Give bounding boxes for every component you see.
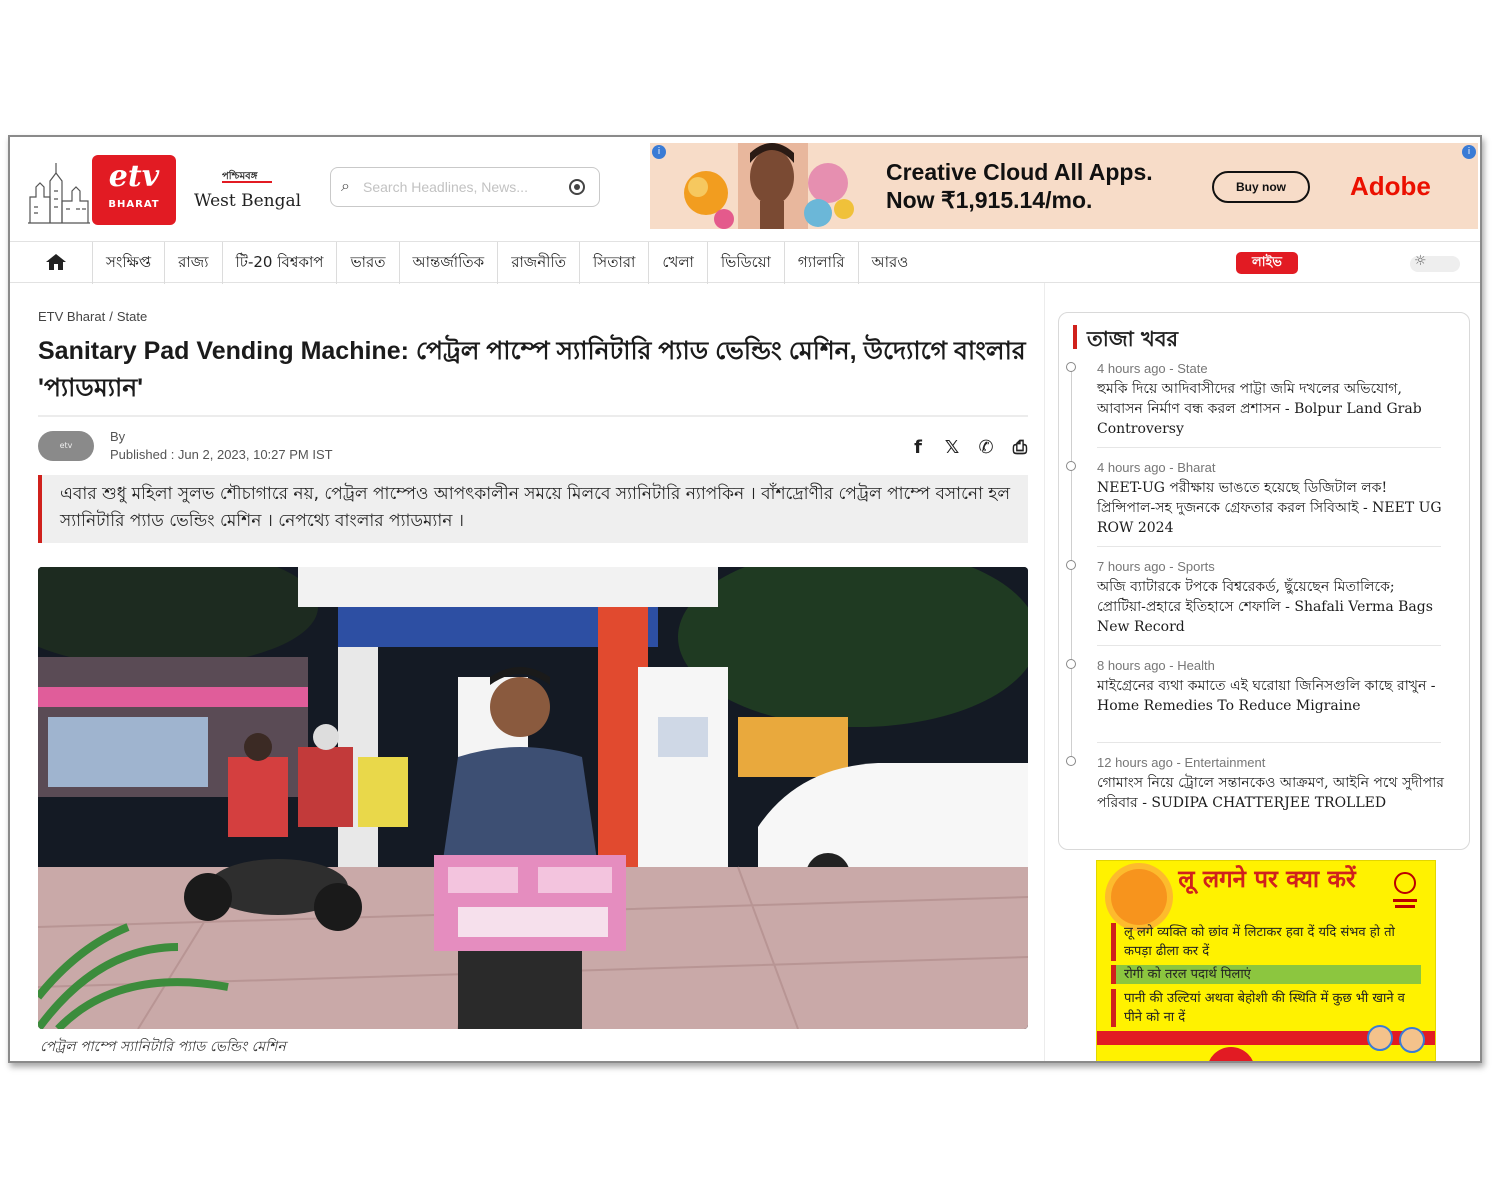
timeline-dot — [1066, 659, 1076, 669]
region-label[interactable]: West Bengal — [194, 191, 301, 211]
region-underline — [222, 181, 272, 183]
search-box[interactable]: ⌕ — [330, 167, 600, 207]
article-summary: এবার শুধু মহিলা সুলভ শৌচাগারে নয়, পেট্র… — [38, 475, 1028, 543]
breadcrumb-section[interactable]: State — [117, 309, 147, 324]
whatsapp-icon[interactable]: ✆ — [974, 435, 998, 459]
nav-item-short[interactable]: সংক্ষিপ্ত — [92, 242, 164, 284]
timeline-dot — [1066, 756, 1076, 766]
kolkata-skyline-icon — [28, 163, 90, 224]
nav-items: সংক্ষিপ্ত রাজ্য টি-20 বিশ্বকাপ ভারত আন্ত… — [92, 242, 921, 284]
etv-bharat-logo[interactable]: etv BHARAT — [92, 155, 176, 225]
site-header: etv BHARAT পশ্চিমবঙ্গ West Bengal ⌕ Sear… — [10, 137, 1480, 241]
latest-news-panel: তাজা খবর 4 hours ago - State হুমকি দিয়ে… — [1058, 312, 1470, 850]
location-icon[interactable] — [569, 179, 585, 195]
browser-frame: etv BHARAT পশ্চিমবঙ্গ West Bengal ⌕ Sear… — [8, 135, 1482, 1063]
ad-price: Now ₹1,915.14/mo. — [886, 187, 1093, 213]
news-meta: 4 hours ago - Bharat — [1097, 460, 1216, 475]
helpline-badge-icon — [1207, 1047, 1255, 1061]
timeline-dot — [1066, 362, 1076, 372]
search-input[interactable] — [363, 176, 553, 198]
nav-item-gallery[interactable]: গ্যালারি — [783, 242, 858, 284]
region-native-label: পশ্চিমবঙ্গ — [222, 171, 258, 182]
news-meta: 4 hours ago - State — [1097, 361, 1208, 376]
share-bar: f 𝕏 ✆ ⎙ — [906, 435, 1032, 459]
facebook-icon[interactable]: f — [906, 435, 930, 459]
sun-icon: ☼ — [1414, 253, 1427, 269]
heatstroke-tip-2: रोगी को तरल पदार्थ पिलाएं — [1111, 965, 1421, 984]
main-nav: সংক্ষিপ্ত রাজ্য টি-20 বিশ্বকাপ ভারত আন্ত… — [10, 241, 1480, 284]
breadcrumb-separator: / — [109, 309, 113, 324]
news-separator — [1097, 546, 1441, 547]
nav-item-video[interactable]: ভিডিয়ো — [706, 242, 784, 284]
live-button[interactable]: লাইভ — [1236, 252, 1298, 274]
heatstroke-ad[interactable]: लू लगने पर क्या करें लू लगे व्यक्ति को छ… — [1096, 860, 1436, 1061]
breadcrumb: ETV Bharat / State — [38, 309, 147, 324]
news-meta: 8 hours ago - Health — [1097, 658, 1215, 673]
latest-news-title: তাজা খবর — [1087, 327, 1179, 351]
news-meta: 12 hours ago - Entertainment — [1097, 755, 1266, 770]
adobe-brand-logo: Adobe — [1350, 171, 1431, 201]
adchoices-icon[interactable]: i — [652, 145, 666, 159]
print-icon[interactable]: ⎙ — [1008, 435, 1032, 459]
article-photo[interactable] — [38, 567, 1028, 1029]
ad-artwork-image — [684, 143, 854, 229]
news-separator — [1097, 645, 1441, 646]
byline: By — [110, 429, 126, 444]
child-illustration-icon — [1367, 1025, 1393, 1051]
news-separator — [1097, 447, 1441, 448]
nav-item-sports[interactable]: খেলা — [648, 242, 706, 284]
news-headline[interactable]: গোমাংস নিয়ে ট্রোলে সন্তানকেও আক্রমণ, আই… — [1097, 773, 1447, 813]
news-meta: 7 hours ago - Sports — [1097, 559, 1215, 574]
nav-item-india[interactable]: ভারত — [336, 242, 398, 284]
x-twitter-icon[interactable]: 𝕏 — [940, 435, 964, 459]
news-headline[interactable]: NEET-UG পরীক্ষায় ভাঙতে হয়েছে ডিজিটাল ল… — [1097, 478, 1447, 538]
news-headline[interactable]: অজি ব্যাটারকে টপকে বিশ্বরেকর্ড, ছুঁয়েছে… — [1097, 577, 1447, 637]
column-divider — [1044, 283, 1045, 1061]
buy-now-button[interactable]: Buy now — [1212, 171, 1310, 203]
ad-info-icon[interactable]: i — [1462, 145, 1476, 159]
article-headline: Sanitary Pad Vending Machine: পেট্রল পাম… — [38, 337, 1026, 402]
nav-item-sitara[interactable]: সিতারা — [579, 242, 648, 284]
sun-icon — [1111, 869, 1167, 925]
heatstroke-ad-title: लू लगने पर क्या करें — [1178, 865, 1356, 893]
search-icon: ⌕ — [341, 176, 350, 195]
timeline-dot — [1066, 560, 1076, 570]
logo-text: etv — [108, 159, 160, 194]
heatstroke-tip-3: पानी की उल्टियां अथवा बेहोशी की स्थिति म… — [1111, 989, 1421, 1027]
nav-item-state[interactable]: রাজ্য — [164, 242, 221, 284]
timeline-dot — [1066, 461, 1076, 471]
child-illustration-icon — [1399, 1027, 1425, 1053]
nav-item-politics[interactable]: রাজনীতি — [497, 242, 579, 284]
news-headline[interactable]: হুমকি দিয়ে আদিবাসীদের পাট্টা জমি দখলের … — [1097, 379, 1447, 439]
published-date: Published : Jun 2, 2023, 10:27 PM IST — [110, 447, 333, 462]
govt-emblem-icon — [1393, 872, 1417, 908]
author-avatar: etv — [38, 431, 94, 461]
news-separator — [1097, 742, 1441, 743]
theme-toggle[interactable]: ☼ — [1410, 253, 1460, 272]
breadcrumb-home[interactable]: ETV Bharat — [38, 309, 105, 324]
top-banner-ad[interactable]: Creative Cloud All Apps. Now ₹1,915.14/m… — [650, 143, 1478, 229]
photo-caption: পেট্রল পাম্পে স্যানিটারি প্যাড ভেন্ডিং ম… — [40, 1039, 286, 1055]
nav-item-international[interactable]: আন্তর্জাতিক — [398, 242, 498, 284]
ad-headline: Creative Cloud All Apps. — [886, 159, 1153, 185]
news-headline[interactable]: মাইগ্রেনের ব্যথা কমাতে এই ঘরোয়া জিনিসগু… — [1097, 676, 1447, 716]
home-icon[interactable] — [44, 252, 68, 272]
heatstroke-tip-1: लू लगे व्यक्ति को छांव में लिटाकर हवा दे… — [1111, 923, 1421, 961]
latest-news-accent — [1073, 325, 1077, 349]
headline-divider — [38, 415, 1028, 417]
nav-item-more[interactable]: আরও — [857, 242, 922, 284]
nav-item-t20-worldcup[interactable]: টি-20 বিশ্বকাপ — [221, 242, 337, 284]
logo-subtext: BHARAT — [108, 199, 160, 210]
